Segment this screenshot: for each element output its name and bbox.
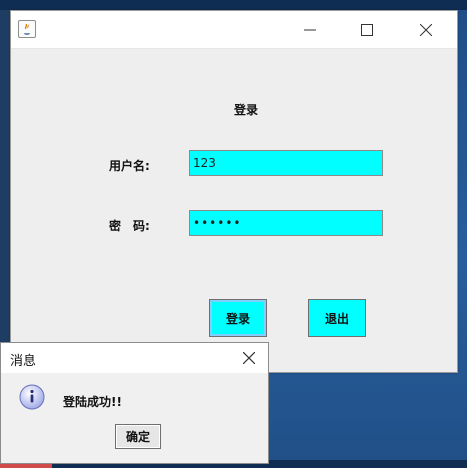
exit-button[interactable]: 退出 bbox=[308, 299, 366, 337]
username-value: 123 bbox=[193, 156, 216, 170]
maximize-button[interactable] bbox=[338, 11, 396, 48]
password-field[interactable]: •••••• bbox=[189, 210, 383, 236]
login-window: 登录 用户名: 123 密 码: •••••• 登录 退出 bbox=[10, 10, 458, 373]
window-titlebar[interactable] bbox=[11, 11, 457, 49]
info-icon bbox=[19, 384, 45, 410]
password-label: 密 码: bbox=[109, 219, 150, 233]
login-button[interactable]: 登录 bbox=[209, 299, 267, 337]
username-field[interactable]: 123 bbox=[189, 150, 383, 176]
password-masked-value: •••••• bbox=[193, 216, 242, 230]
close-button[interactable] bbox=[397, 11, 455, 48]
username-label: 用户名: bbox=[109, 159, 150, 173]
close-icon bbox=[243, 352, 255, 364]
dialog-close-button[interactable] bbox=[238, 347, 260, 369]
dialog-title: 消息 bbox=[10, 354, 37, 369]
maximize-icon bbox=[361, 23, 373, 36]
java-icon bbox=[18, 20, 36, 38]
dialog-ok-button[interactable]: 确定 bbox=[115, 424, 161, 449]
minimize-icon bbox=[304, 29, 316, 30]
close-icon bbox=[420, 23, 432, 36]
message-dialog: 消息 登陆成功!! 确定 bbox=[0, 342, 269, 464]
login-heading: 登录 bbox=[234, 103, 259, 117]
desktop-top-strip bbox=[0, 0, 467, 10]
dialog-titlebar[interactable]: 消息 bbox=[1, 343, 268, 373]
minimize-button[interactable] bbox=[281, 11, 339, 48]
dialog-message: 登陆成功!! bbox=[63, 395, 122, 409]
